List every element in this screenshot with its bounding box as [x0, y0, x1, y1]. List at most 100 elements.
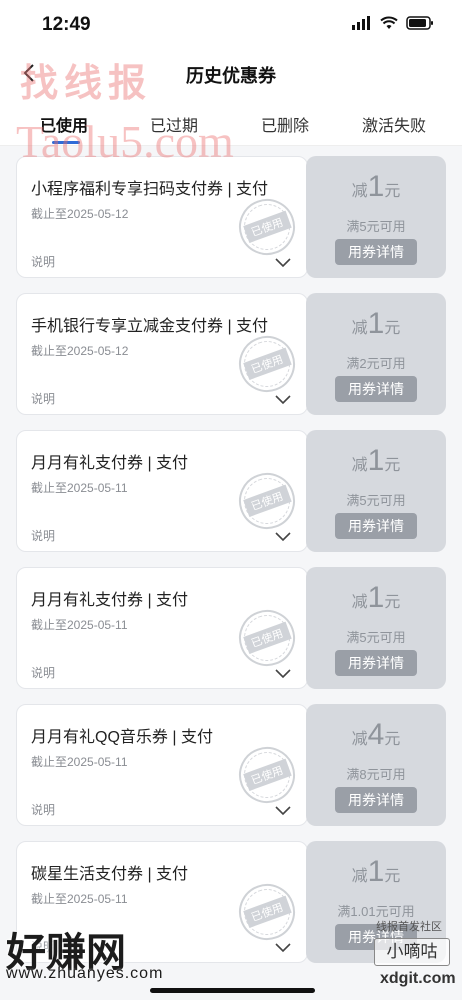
coupon-description-label[interactable]: 说明 — [31, 664, 55, 681]
amount-value: 1 — [367, 170, 385, 203]
used-stamp: 已使用 — [231, 191, 303, 263]
amount-prefix: 减 — [351, 183, 368, 200]
coupon-card: 月月有礼QQ音乐券 | 支付 截止至2025-05-11 说明 已使用 减4元 … — [16, 704, 446, 826]
nav-bar: 历史优惠券 — [0, 52, 462, 98]
coupon-info: 月月有礼支付券 | 支付 截止至2025-05-11 说明 已使用 — [16, 567, 308, 689]
used-stamp: 已使用 — [231, 465, 303, 537]
coupon-card: 手机银行专享立减金支付券 | 支付 截止至2025-05-12 说明 已使用 减… — [16, 293, 446, 415]
home-indicator — [150, 988, 315, 993]
coupon-detail-button[interactable]: 用券详情 — [335, 924, 417, 950]
coupon-title: 碳星生活支付券 | 支付 — [31, 866, 189, 883]
signal-icon — [352, 16, 372, 35]
coupon-condition: 满1.01元可用 — [337, 904, 415, 919]
tab-used[interactable]: 已使用 — [40, 112, 88, 136]
wifi-icon — [380, 16, 398, 35]
tab-activation-failed[interactable]: 激活失败 — [362, 112, 426, 136]
coupon-description-label[interactable]: 说明 — [31, 390, 55, 407]
coupon-amount-panel: 减1元 满5元可用 用券详情 — [306, 567, 446, 689]
watermark-bottom-right-url: xdgit.com — [380, 970, 456, 987]
coupon-expiry: 截止至2025-05-12 — [31, 344, 129, 358]
coupon-detail-button[interactable]: 用券详情 — [335, 376, 417, 402]
used-stamp-label: 已使用 — [242, 347, 292, 381]
coupon-condition: 满5元可用 — [346, 219, 406, 234]
coupon-title: 月月有礼支付券 | 支付 — [31, 592, 189, 609]
coupon-condition: 满5元可用 — [346, 493, 406, 508]
used-stamp: 已使用 — [231, 602, 303, 674]
chevron-down-icon[interactable] — [275, 392, 291, 405]
coupon-amount: 减1元 — [306, 307, 446, 341]
coupon-amount-panel: 减1元 满1.01元可用 用券详情 — [306, 841, 446, 963]
coupon-description-label[interactable]: 说明 — [31, 527, 55, 544]
amount-value: 1 — [367, 581, 385, 614]
amount-unit: 元 — [384, 320, 401, 337]
coupon-info: 月月有礼QQ音乐券 | 支付 截止至2025-05-11 说明 已使用 — [16, 704, 308, 826]
coupon-expiry: 截止至2025-05-11 — [31, 892, 128, 906]
coupon-amount: 减1元 — [306, 581, 446, 615]
amount-unit: 元 — [384, 594, 401, 611]
coupon-condition: 满8元可用 — [346, 767, 406, 782]
amount-prefix: 减 — [351, 868, 368, 885]
status-time: 12:49 — [42, 14, 91, 35]
coupon-description-label[interactable]: 说明 — [31, 801, 55, 818]
coupon-amount: 减1元 — [306, 170, 446, 204]
coupon-detail-button[interactable]: 用券详情 — [335, 787, 417, 813]
used-stamp-label: 已使用 — [242, 210, 292, 244]
used-stamp: 已使用 — [231, 739, 303, 811]
amount-value: 1 — [367, 307, 385, 340]
amount-unit: 元 — [384, 868, 401, 885]
chevron-down-icon[interactable] — [275, 666, 291, 679]
coupon-description-label[interactable]: 说明 — [31, 938, 55, 955]
status-icons — [352, 16, 434, 35]
used-stamp: 已使用 — [231, 328, 303, 400]
amount-unit: 元 — [384, 457, 401, 474]
coupon-card: 月月有礼支付券 | 支付 截止至2025-05-11 说明 已使用 减1元 满5… — [16, 567, 446, 689]
coupon-detail-button[interactable]: 用券详情 — [335, 239, 417, 265]
page-title: 历史优惠券 — [186, 66, 276, 86]
chevron-down-icon[interactable] — [275, 255, 291, 268]
amount-prefix: 减 — [351, 731, 368, 748]
coupon-info: 手机银行专享立减金支付券 | 支付 截止至2025-05-12 说明 已使用 — [16, 293, 308, 415]
coupon-title: 手机银行专享立减金支付券 | 支付 — [31, 318, 269, 335]
tab-bar: 已使用 已过期 已删除 激活失败 — [0, 98, 462, 146]
used-stamp-label: 已使用 — [242, 484, 292, 518]
coupon-card: 月月有礼支付券 | 支付 截止至2025-05-11 说明 已使用 减1元 满5… — [16, 430, 446, 552]
coupon-amount-panel: 减1元 满2元可用 用券详情 — [306, 293, 446, 415]
chevron-down-icon[interactable] — [275, 940, 291, 953]
coupon-description-label[interactable]: 说明 — [31, 253, 55, 270]
tab-deleted[interactable]: 已删除 — [261, 112, 309, 136]
chevron-down-icon[interactable] — [275, 803, 291, 816]
coupon-condition: 满5元可用 — [346, 630, 406, 645]
battery-icon — [406, 16, 434, 35]
used-stamp: 已使用 — [231, 876, 303, 948]
used-stamp-label: 已使用 — [242, 758, 292, 792]
coupon-title: 小程序福利专享扫码支付券 | 支付 — [31, 181, 269, 198]
coupon-condition: 满2元可用 — [346, 356, 406, 371]
coupon-info: 月月有礼支付券 | 支付 截止至2025-05-11 说明 已使用 — [16, 430, 308, 552]
coupon-amount: 减4元 — [306, 718, 446, 752]
amount-prefix: 减 — [351, 320, 368, 337]
coupon-expiry: 截止至2025-05-11 — [31, 481, 128, 495]
coupon-info: 碳星生活支付券 | 支付 截止至2025-05-11 说明 已使用 — [16, 841, 308, 963]
coupon-amount-panel: 减1元 满5元可用 用券详情 — [306, 156, 446, 278]
coupon-info: 小程序福利专享扫码支付券 | 支付 截止至2025-05-12 说明 已使用 — [16, 156, 308, 278]
amount-unit: 元 — [384, 731, 401, 748]
coupon-detail-button[interactable]: 用券详情 — [335, 513, 417, 539]
tab-expired[interactable]: 已过期 — [150, 112, 198, 136]
coupon-amount: 减1元 — [306, 855, 446, 889]
amount-unit: 元 — [384, 183, 401, 200]
chevron-down-icon[interactable] — [275, 529, 291, 542]
coupon-title: 月月有礼支付券 | 支付 — [31, 455, 189, 472]
amount-value: 1 — [367, 444, 385, 477]
coupon-expiry: 截止至2025-05-11 — [31, 618, 128, 632]
amount-value: 1 — [367, 855, 385, 888]
coupon-amount-panel: 减4元 满8元可用 用券详情 — [306, 704, 446, 826]
coupon-detail-button[interactable]: 用券详情 — [335, 650, 417, 676]
coupon-card: 碳星生活支付券 | 支付 截止至2025-05-11 说明 已使用 减1元 满1… — [16, 841, 446, 963]
amount-prefix: 减 — [351, 457, 368, 474]
coupon-amount-panel: 减1元 满5元可用 用券详情 — [306, 430, 446, 552]
coupon-amount: 减1元 — [306, 444, 446, 478]
used-stamp-label: 已使用 — [242, 895, 292, 929]
amount-prefix: 减 — [351, 594, 368, 611]
coupon-expiry: 截止至2025-05-11 — [31, 755, 128, 769]
tab-active-indicator — [52, 141, 80, 144]
